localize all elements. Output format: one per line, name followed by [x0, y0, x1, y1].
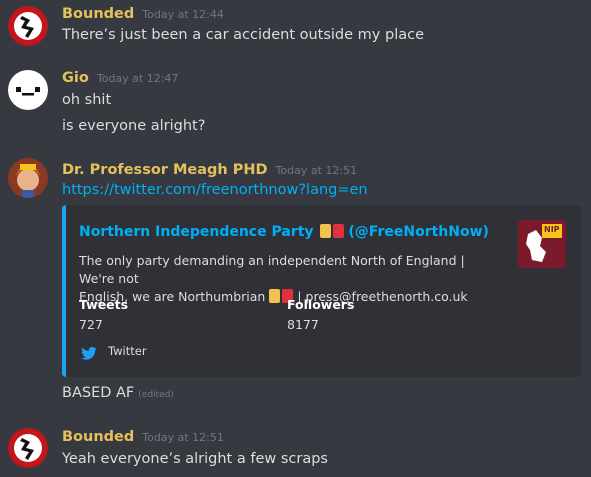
avatar-gio[interactable] [8, 70, 48, 110]
embed-thumbnail[interactable]: NIP [518, 220, 566, 268]
timestamp: Today at 12:44 [142, 8, 224, 21]
message-text: oh shit [62, 92, 112, 108]
message-text: BASED AF (edited) [62, 385, 174, 401]
embed-title-name[interactable]: Northern Independence Party [79, 224, 314, 240]
message-text-based: BASED AF [62, 385, 135, 401]
avatar-meagh[interactable] [8, 158, 48, 198]
avatar-bounded[interactable] [8, 6, 48, 46]
username[interactable]: Dr. Professor Meagh PHD Today at 12:51 [62, 162, 357, 178]
message-text: is everyone alright? [62, 118, 206, 134]
embed-title-handle[interactable]: (@FreeNorthNow) [348, 224, 489, 240]
flag-emoji [320, 224, 332, 238]
field-tweets-value: 727 [79, 317, 103, 332]
field-tweets-label: Tweets [79, 297, 129, 312]
field-followers-value: 8177 [287, 317, 319, 332]
username-text[interactable]: Dr. Professor Meagh PHD [62, 162, 268, 178]
flag-emoji [269, 289, 281, 303]
message-text: There’s just been a car accident outside… [62, 27, 424, 43]
edited-label: (edited) [138, 390, 174, 400]
flag-emoji [333, 224, 345, 238]
username[interactable]: Bounded Today at 12:44 [62, 6, 224, 22]
username[interactable]: Bounded Today at 12:51 [62, 429, 224, 445]
embed-desc-line: The only party demanding an independent … [79, 253, 465, 286]
timestamp: Today at 12:51 [142, 431, 224, 444]
embed-footer: Twitter [108, 344, 147, 358]
twitter-embed: Northern Independence Party (@FreeNorthN… [62, 205, 582, 377]
avatar-bounded[interactable] [8, 428, 48, 468]
thumbnail-label: NIP [544, 225, 560, 234]
username-text[interactable]: Gio [62, 70, 89, 86]
field-followers-label: Followers [287, 297, 355, 312]
twitter-link[interactable]: https://twitter.com/freenorthnow?lang=en [62, 182, 368, 198]
username-text[interactable]: Bounded [62, 429, 134, 445]
timestamp: Today at 12:51 [275, 164, 358, 177]
timestamp: Today at 12:47 [96, 72, 179, 85]
twitter-bird-icon [81, 345, 97, 364]
username-text[interactable]: Bounded [62, 6, 134, 22]
message-text: Yeah everyone’s alright a few scraps [62, 451, 328, 467]
embed-title[interactable]: Northern Independence Party (@FreeNorthN… [79, 224, 489, 240]
username[interactable]: Gio Today at 12:47 [62, 70, 178, 86]
